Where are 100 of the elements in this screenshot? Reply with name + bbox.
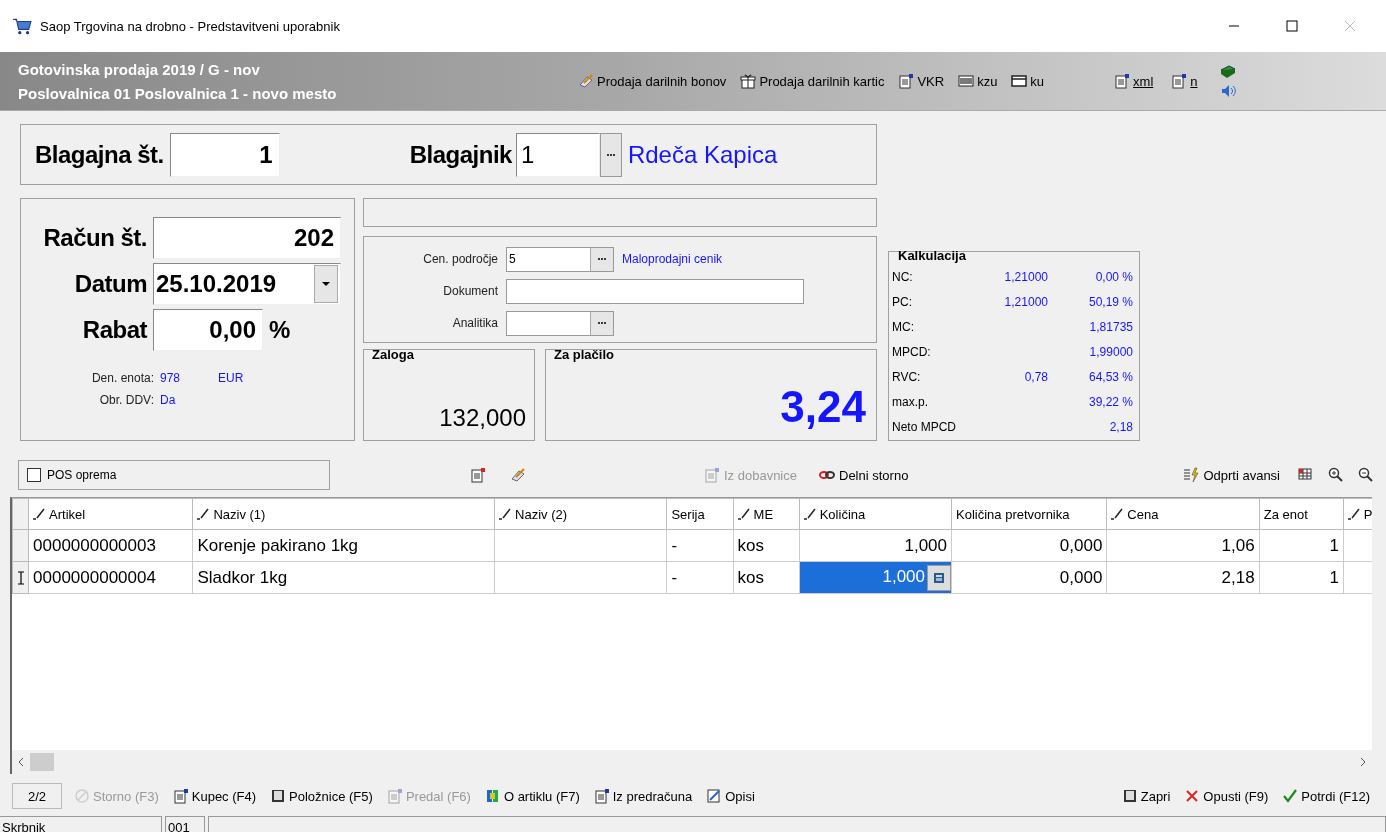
column-header[interactable]: Artikel	[28, 498, 193, 530]
column-header[interactable]: Naziv (2)	[494, 498, 667, 530]
pencil-icon	[803, 507, 816, 520]
vat-label: Obr. DDV:	[98, 393, 154, 407]
binder-icon	[484, 788, 501, 804]
book-icon	[1121, 788, 1138, 804]
scroll-right-icon[interactable]	[1360, 757, 1366, 767]
toolbar-button[interactable]: Prodaja darilnih bonov	[574, 73, 731, 89]
unit-label: %	[269, 316, 290, 344]
status-cell: Skrbnik	[0, 816, 162, 832]
toolbar-button[interactable]: Delni storno	[815, 467, 913, 483]
invoice-number-field[interactable]: 202	[153, 217, 341, 259]
document-icon	[898, 73, 915, 89]
table-cell: Sladkor 1kg	[192, 561, 495, 594]
calc-label: NC:	[892, 269, 914, 284]
table-cell: 1,000	[799, 561, 952, 594]
calculator-icon[interactable]	[933, 571, 946, 584]
table-cell: 0,000	[951, 529, 1107, 562]
column-header[interactable]: Naziv (1)	[192, 498, 495, 530]
table-cell: 1	[1259, 529, 1344, 562]
pencil-icon	[33, 507, 46, 520]
prohibited-icon	[74, 788, 90, 804]
header-title: Gotovinska prodaja 2019 / G - nov	[18, 60, 261, 78]
checkbox[interactable]	[27, 468, 41, 482]
table-cell: 2,18	[1106, 561, 1260, 594]
currency-label: Den. enota:	[90, 371, 154, 385]
column-header[interactable]: Količina pretvornika	[951, 498, 1107, 530]
currency-name: EUR	[218, 371, 244, 385]
lookup-field[interactable]	[506, 310, 614, 336]
footer-button[interactable]: Položnice (F5)	[266, 788, 377, 804]
pencil-icon	[197, 507, 210, 520]
toolbar-button[interactable]: VKR	[894, 73, 949, 89]
barcode-icon	[958, 73, 975, 89]
maximize-icon[interactable]	[1286, 20, 1298, 32]
document-icon	[1171, 73, 1188, 89]
status-cell: 001	[165, 816, 205, 832]
table-cell: kos	[733, 561, 800, 594]
document-icon	[386, 788, 403, 804]
table-cell: 1	[1259, 561, 1344, 594]
document-icon	[1114, 73, 1131, 89]
discount-field[interactable]: 0,00	[153, 309, 263, 351]
pencil-icon	[1111, 507, 1124, 520]
help-book-icon[interactable]	[1219, 63, 1236, 80]
table-cell: 1,000	[799, 529, 952, 562]
field-label: Cen. področje	[422, 252, 498, 266]
scrollbar-thumb[interactable]	[30, 753, 54, 771]
field-label: Analitika	[451, 316, 498, 330]
card-icon	[1011, 73, 1028, 89]
footer-button[interactable]: Zapri	[1117, 788, 1175, 804]
column-header[interactable]: Za enot	[1259, 498, 1344, 530]
field-label: Rabat	[81, 316, 147, 344]
gift-icon	[740, 73, 757, 89]
group-title: Za plačilo	[553, 347, 615, 362]
column-header[interactable]: Serija	[666, 498, 734, 530]
toolbar-button[interactable]: Odprti avansi	[1179, 467, 1284, 483]
calc-label: Neto MPCD	[892, 419, 957, 434]
stock-value: 132,000	[438, 404, 527, 433]
grid-icon[interactable]	[1298, 467, 1314, 483]
cashier-field[interactable]: 1	[515, 132, 600, 177]
column-header[interactable]: Količina	[799, 498, 952, 530]
register-field[interactable]: 1	[169, 132, 280, 177]
footer-button[interactable]: Opusti (F9)	[1180, 788, 1273, 804]
zoom-in-icon[interactable]	[1328, 467, 1344, 483]
document-icon[interactable]	[470, 467, 486, 483]
footer-button[interactable]: Kupec (F4)	[168, 788, 261, 804]
column-header[interactable]: Cena	[1106, 498, 1260, 530]
lookup-field[interactable]: 5	[506, 246, 614, 272]
calc-label: RVC:	[892, 369, 922, 384]
cart-icon	[12, 17, 32, 35]
table-cell: 0000000000004	[28, 561, 193, 594]
calc-value: 1,21000	[1004, 294, 1048, 309]
table-cell: 0,000	[951, 561, 1107, 594]
toolbar-button[interactable]: kzu	[954, 73, 1002, 89]
ellipsis-icon	[597, 321, 607, 325]
pen-icon[interactable]	[510, 467, 526, 483]
toolbar-link[interactable]: n	[1167, 73, 1202, 89]
calc-label: max.p.	[892, 394, 929, 409]
toolbar-button[interactable]: Prodaja darilnih kartic	[736, 73, 889, 89]
document-field[interactable]	[506, 278, 804, 304]
footer-button[interactable]: Iz predračuna	[589, 788, 697, 804]
price-list-name: Maloprodajni cenik	[622, 252, 723, 266]
footer-button[interactable]: Potrdi (F12)	[1278, 788, 1374, 804]
column-header[interactable]: P	[1343, 498, 1372, 530]
toolbar-button[interactable]: ku	[1007, 73, 1049, 89]
toolbar-link[interactable]: xml	[1110, 73, 1158, 89]
footer-button[interactable]: Opisi	[702, 788, 759, 804]
calc-value: 0,78	[1024, 369, 1048, 384]
zoom-out-icon[interactable]	[1358, 467, 1374, 483]
calc-label: PC:	[892, 294, 913, 309]
calc-value: 1,21000	[1004, 269, 1048, 284]
scroll-left-icon[interactable]	[18, 757, 24, 767]
record-counter: 2/2	[12, 783, 62, 809]
calc-label: MPCD:	[892, 344, 932, 359]
window-title: Saop Trgovina na drobno - Predstavitveni uporabnik	[40, 18, 340, 34]
document-icon	[593, 788, 610, 804]
date-field[interactable]: 25.10.2019	[153, 263, 341, 305]
column-header[interactable]: ME	[733, 498, 800, 530]
pencil-icon	[737, 507, 750, 520]
footer-button[interactable]: O artiklu (F7)	[480, 788, 584, 804]
calc-value: 50,19 %	[1088, 294, 1133, 309]
